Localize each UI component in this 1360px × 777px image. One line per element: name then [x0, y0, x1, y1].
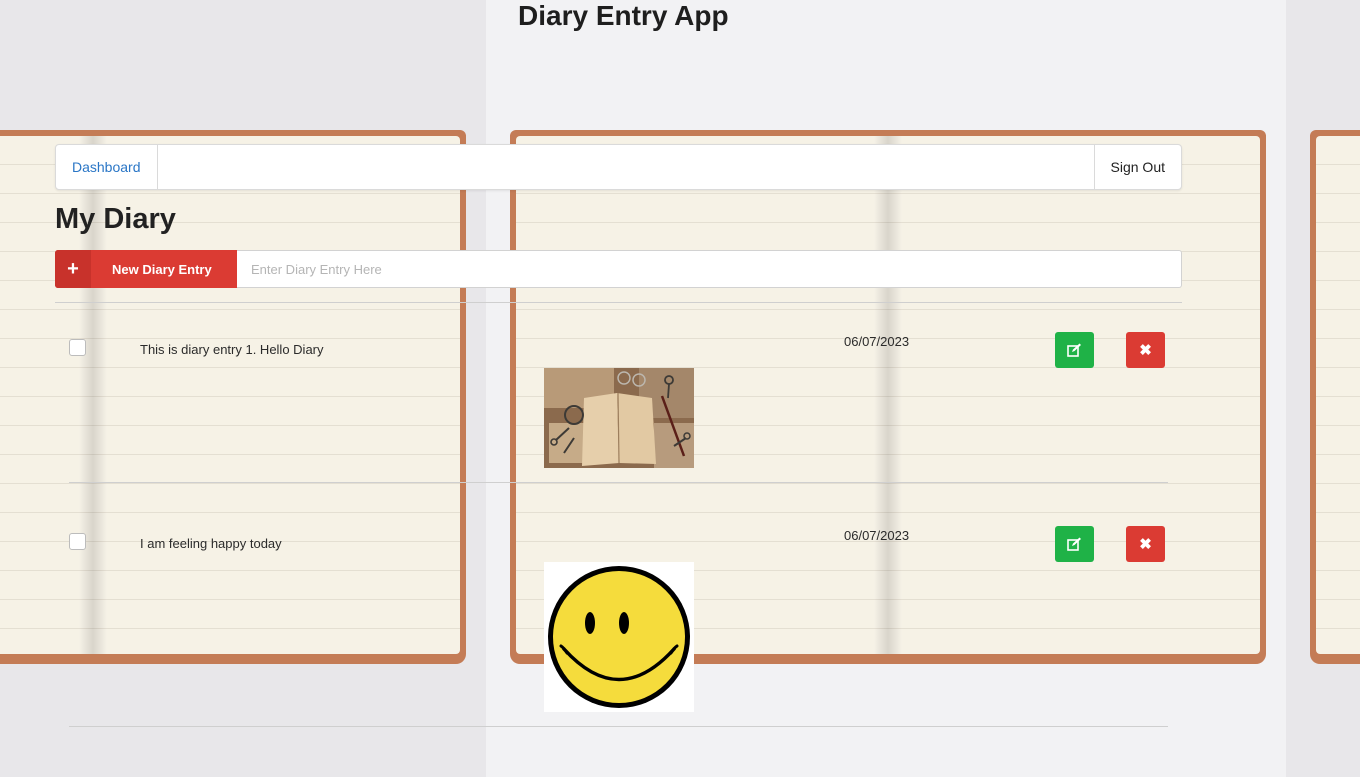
background-photo-right [1286, 0, 1360, 777]
entry-image [544, 368, 694, 468]
entry-date: 06/07/2023 [844, 528, 910, 543]
new-diary-entry-button[interactable]: + New Diary Entry [55, 250, 237, 288]
new-entry-button-label: New Diary Entry [112, 261, 212, 277]
vintage-diary-photo [544, 368, 694, 468]
edit-entry-button[interactable] [1055, 332, 1094, 368]
entry-text: This is diary entry 1. Hello Diary [140, 342, 324, 357]
entry-checkbox[interactable] [69, 339, 86, 356]
smiley-face-icon [544, 562, 694, 712]
edit-icon [1067, 343, 1081, 357]
navbar: Dashboard Sign Out [55, 144, 1182, 190]
new-entry-form: + New Diary Entry [55, 250, 1182, 288]
app-title: Diary Entry App [518, 0, 729, 31]
edit-entry-button[interactable] [1055, 526, 1094, 562]
sign-out-link[interactable]: Sign Out [1093, 145, 1181, 189]
close-icon: ✖ [1139, 342, 1152, 359]
divider [69, 726, 1168, 727]
page-title: My Diary [55, 203, 176, 235]
edit-icon [1067, 537, 1081, 551]
entry-image [544, 562, 694, 712]
notebook-illustration [1310, 130, 1360, 664]
delete-entry-button[interactable]: ✖ [1126, 332, 1165, 368]
entry-date: 06/07/2023 [844, 334, 910, 349]
entry-text: I am feeling happy today [140, 536, 282, 551]
entry-checkbox[interactable] [69, 533, 86, 550]
diary-entry-input[interactable] [237, 250, 1182, 288]
diary-entry-row: This is diary entry 1. Hello Diary 06/07… [55, 303, 1182, 483]
close-icon: ✖ [1139, 536, 1152, 553]
plus-icon: + [55, 250, 91, 288]
delete-entry-button[interactable]: ✖ [1126, 526, 1165, 562]
diary-entry-row: I am feeling happy today 06/07/2023 ✖ [55, 483, 1182, 727]
nav-dashboard-link[interactable]: Dashboard [56, 145, 158, 189]
